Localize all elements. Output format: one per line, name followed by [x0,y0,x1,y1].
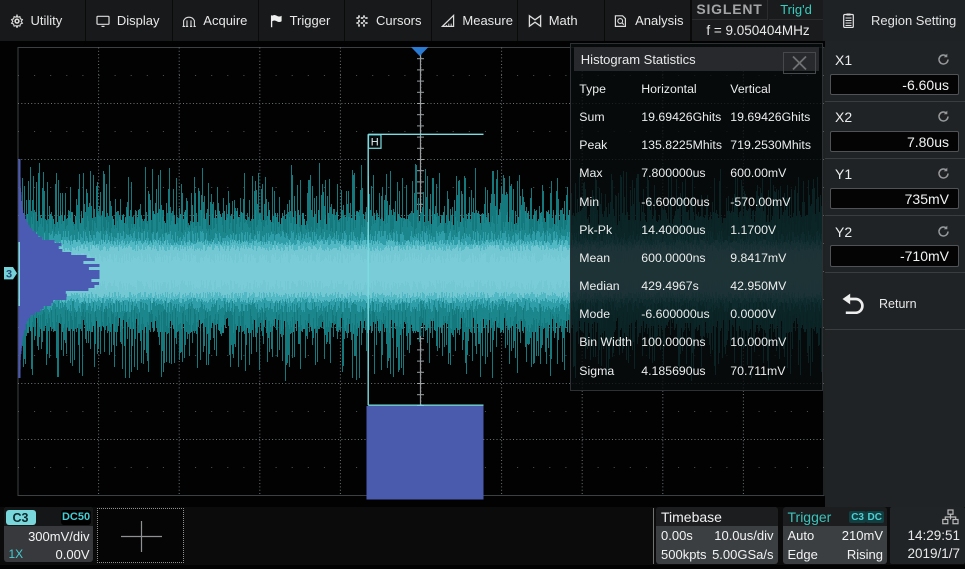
svg-text:H: H [371,137,379,149]
svg-text:3: 3 [6,269,12,281]
